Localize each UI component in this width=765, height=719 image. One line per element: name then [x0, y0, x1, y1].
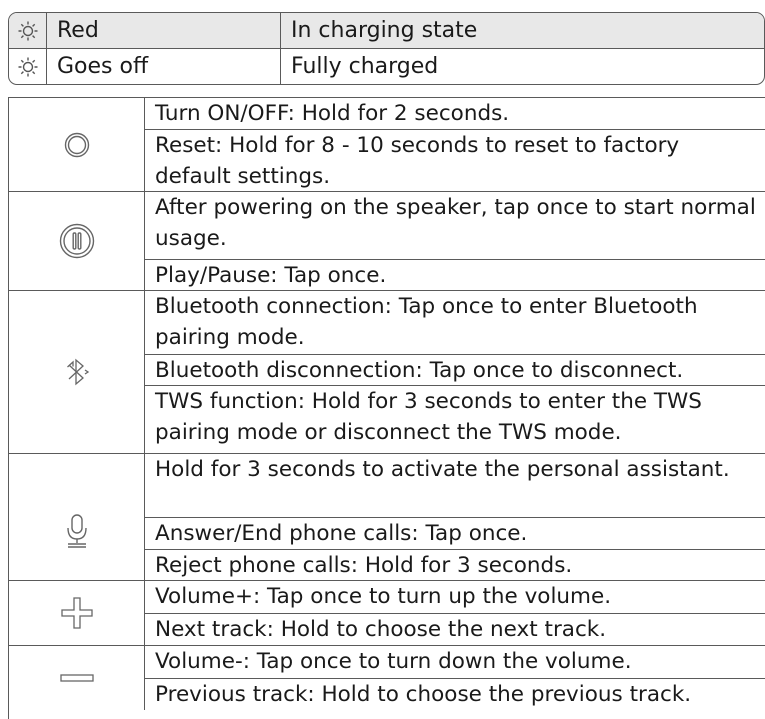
volume-up-button-row: Volume+: Tap once to turn up the volume.…: [9, 581, 765, 646]
power-button-row: Turn ON/OFF: Hold for 2 seconds. Reset: …: [9, 98, 765, 192]
function-line: Reset: Hold for 8 - 10 seconds to reset …: [145, 129, 765, 191]
bluetooth-icon: [9, 291, 145, 453]
led-state: In charging state: [291, 18, 478, 43]
led-row-charging: Red In charging state: [9, 13, 764, 48]
led-light-icon: [9, 13, 47, 48]
button-function-table: Turn ON/OFF: Hold for 2 seconds. Reset: …: [8, 97, 765, 719]
function-line: Hold for 3 seconds to activate the perso…: [155, 457, 730, 482]
play-pause-button-row: After powering on the speaker, tap once …: [9, 192, 765, 291]
microphone-icon: [9, 454, 145, 580]
play-pause-icon: [9, 192, 145, 290]
function-line: Answer/End phone calls: Tap once.: [145, 517, 765, 549]
function-line: Next track: Hold to choose the next trac…: [145, 613, 765, 645]
power-ring-icon: [9, 98, 145, 191]
function-line: Turn ON/OFF: Hold for 2 seconds.: [155, 101, 510, 126]
led-status-table: Red In charging state Goes off Fully cha…: [8, 12, 765, 85]
plus-icon: [9, 581, 145, 645]
bluetooth-button-row: Bluetooth connection: Tap once to enter …: [9, 291, 765, 454]
function-line: Volume+: Tap once to turn up the volume.: [155, 584, 612, 609]
led-row-full: Goes off Fully charged: [9, 48, 764, 84]
function-line: Reject phone calls: Hold for 3 seconds.: [145, 549, 765, 580]
function-line: Bluetooth disconnection: Tap once to dis…: [145, 354, 765, 385]
led-color: Red: [47, 13, 281, 48]
led-state: Fully charged: [291, 54, 439, 79]
microphone-button-row: Hold for 3 seconds to activate the perso…: [9, 454, 765, 581]
volume-down-button-row: Volume-: Tap once to turn down the volum…: [9, 646, 765, 710]
function-line: Play/Pause: Tap once.: [145, 259, 765, 290]
function-line: After powering on the speaker, tap once …: [155, 195, 756, 251]
function-line: Previous track: Hold to choose the previ…: [145, 678, 765, 710]
function-line: Bluetooth connection: Tap once to enter …: [155, 294, 698, 350]
led-color: Goes off: [47, 49, 281, 84]
function-line: Volume-: Tap once to turn down the volum…: [155, 649, 632, 674]
function-line: TWS function: Hold for 3 seconds to ente…: [145, 385, 765, 453]
led-light-icon: [9, 49, 47, 84]
minus-icon: [9, 646, 145, 710]
